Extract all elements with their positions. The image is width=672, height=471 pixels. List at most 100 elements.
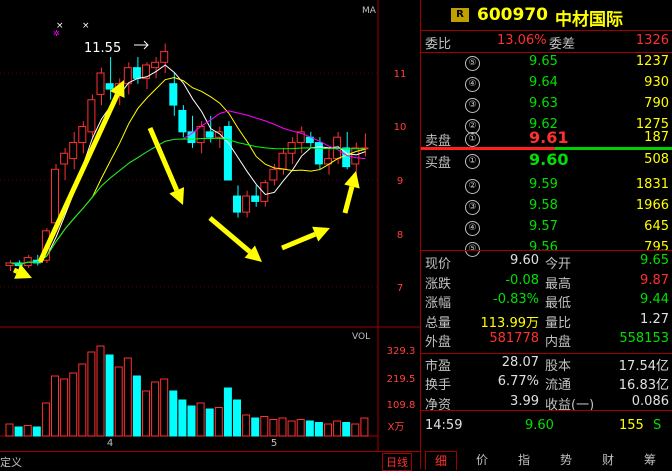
event-marker-icon: ✲ [53, 29, 60, 38]
volume-bar [333, 420, 342, 437]
bid-vol: 1966 [635, 198, 669, 213]
tick-price: 9.60 [525, 418, 554, 433]
tab-price[interactable]: 价 [467, 451, 497, 469]
volume-bar [178, 399, 187, 437]
volume-bar [23, 425, 32, 437]
weicha-label: 委差 [549, 37, 576, 52]
weibi-value: 13.06% [497, 33, 547, 48]
stock-header: R 600970 中材国际 [421, 0, 672, 31]
volume-bar [69, 372, 78, 437]
high-annotation: 11.55 [84, 41, 121, 56]
bid-price: 9.59 [529, 177, 558, 192]
liutong-value: 16.83亿 [618, 378, 669, 393]
ask-vol: 930 [644, 75, 669, 90]
volume-bar [351, 423, 360, 437]
bid-side-label: 买盘 [425, 156, 452, 171]
volume-bar [169, 390, 178, 437]
stat-row: 市盈 28.07 股本 17.54亿 [421, 353, 672, 374]
volume-bar [132, 375, 141, 437]
weibi-row: 委比 13.06% 委差 1326 [421, 31, 672, 52]
volume-bar [314, 422, 323, 437]
level-icon: ⑤ [465, 56, 480, 71]
ask-row[interactable]: ⑤ 9.65 1237 [421, 52, 672, 73]
neipan-label: 内盘 [545, 335, 572, 350]
candle-body [123, 67, 132, 85]
tab-detail[interactable]: 细 [425, 451, 457, 470]
stock-name: 中材国际 [555, 10, 623, 30]
candle-body [105, 83, 114, 90]
candle-body [314, 142, 323, 165]
tick-row: 14:59 9.60 155 S [421, 416, 672, 437]
stat-row: 涨跌 -0.08 最高 9.87 [421, 271, 672, 292]
candle-body [278, 152, 287, 170]
ask-price: 9.61 [529, 128, 569, 147]
zuigao-label: 最高 [545, 276, 572, 292]
bid-vol: 508 [644, 152, 669, 167]
volume-bar [324, 423, 332, 437]
bid-row[interactable]: ④ 9.57 645 [421, 217, 672, 238]
tab-index[interactable]: 指 [509, 451, 539, 469]
trend-arrow [342, 185, 355, 214]
stat-row: 总量 113.99万 量比 1.27 [421, 310, 672, 331]
ask-row[interactable]: 卖盘 ① 9.61 187 [421, 128, 672, 149]
price-tick: 11 [394, 69, 407, 80]
candle-body [242, 195, 251, 213]
candle-body [169, 83, 178, 106]
r-badge: R [451, 8, 469, 22]
zuidi-value: 9.44 [640, 292, 669, 307]
candle-body [214, 131, 223, 138]
ask-row[interactable]: ③ 9.63 790 [421, 94, 672, 115]
zhangdie-label: 涨跌 [425, 276, 452, 292]
zuidi-label: 最低 [545, 296, 572, 311]
volume-bar [151, 381, 160, 437]
kline-chart[interactable]: 11 10 9 8 7 MA VOL 329.3 219.5 109.8 X万 … [0, 0, 420, 469]
candle-body [87, 99, 96, 133]
tab-finance[interactable]: 财 [593, 451, 623, 469]
ask-row[interactable]: ④ 9.64 930 [421, 73, 672, 94]
price-tick: 8 [397, 230, 403, 241]
volume-bar [105, 354, 114, 437]
define-button[interactable]: 定义 [0, 454, 22, 470]
volume-bar [214, 407, 223, 437]
candle-body [260, 182, 269, 202]
candle-body [178, 109, 187, 133]
vol-tick: 329.3 [387, 346, 416, 357]
bid-row[interactable]: 买盘 ① 9.60 508 [421, 150, 672, 171]
trend-arrow [12, 267, 19, 274]
tab-trend[interactable]: 势 [551, 451, 581, 469]
price-tick: 10 [394, 122, 407, 133]
volume-bar [233, 399, 241, 437]
level-icon: ③ [465, 98, 480, 113]
volume-bar [196, 402, 205, 437]
candle-body [78, 126, 87, 144]
stat-row: 换手 6.77% 流通 16.83亿 [421, 372, 672, 393]
bid-price: 9.57 [529, 219, 558, 234]
zongliang-label: 总量 [425, 315, 452, 331]
weibi-label: 委比 [425, 37, 452, 52]
vol-label: VOL [352, 332, 370, 342]
candle-body [160, 51, 169, 63]
chart-bottom-bar: 定义 日线 [0, 451, 420, 471]
kline-svg[interactable]: 11 10 9 8 7 MA VOL 329.3 219.5 109.8 X万 … [0, 0, 420, 469]
tick-side: S [653, 418, 662, 433]
level-icon: ② [465, 179, 480, 194]
candle-body [60, 152, 69, 165]
bid-row[interactable]: ② 9.59 1831 [421, 175, 672, 196]
bid-row[interactable]: ③ 9.58 1966 [421, 196, 672, 217]
xianjia-value: 9.60 [510, 253, 539, 268]
volume-bar [342, 422, 351, 437]
period-daily-button[interactable]: 日线 [382, 453, 412, 471]
x-marker-icon: × [82, 21, 90, 31]
volume-bar [5, 423, 14, 437]
volume-bar [260, 416, 269, 437]
shouyi-value: 0.086 [631, 393, 669, 409]
liutong-label: 流通 [545, 378, 572, 393]
volume-bar [87, 351, 96, 437]
neipan-value: 558153 [619, 331, 669, 346]
stock-code: 600970 [477, 5, 548, 25]
volume-bar [96, 345, 105, 437]
tab-chips[interactable]: 筹 [635, 451, 665, 469]
level-icon: ④ [465, 221, 480, 236]
volume-bars [5, 345, 369, 437]
tick-vol: 155 [619, 418, 644, 433]
